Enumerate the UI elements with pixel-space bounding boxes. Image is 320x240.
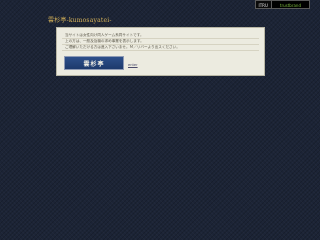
trust-badge[interactable]: ITRU trustbrand [254, 0, 310, 9]
notice-line: ご理解いただける方は進入下さいませ。Ｍ／リバーより出スください。 [62, 45, 259, 51]
site-title: 雲杉亭-kumosayatei- [48, 17, 112, 24]
notice-panel: 当サイトは女性向け同人ゲーム系同サイトです。 上の方は、一般及及機の求め事業を表… [56, 27, 265, 76]
trust-badge-right: trustbrand [270, 0, 310, 9]
trust-badge-left: ITRU [254, 0, 271, 9]
enter-row: 雲杉亭 enter [62, 56, 259, 70]
enter-link[interactable]: enter [128, 59, 138, 67]
enter-banner-button[interactable]: 雲杉亭 [64, 56, 124, 70]
enter-banner-label: 雲杉亭 [83, 60, 105, 68]
